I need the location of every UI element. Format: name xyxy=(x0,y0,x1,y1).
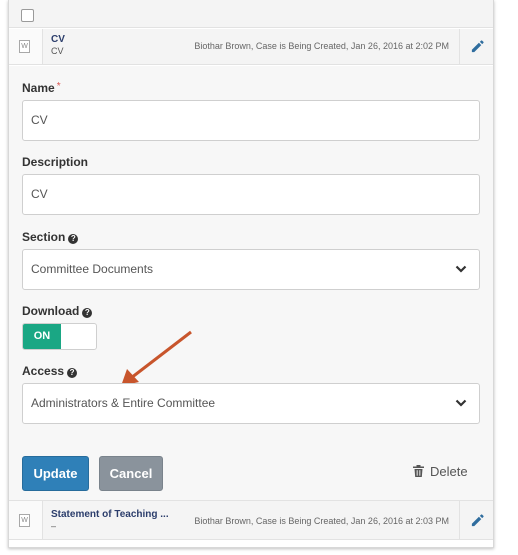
edit-button[interactable] xyxy=(459,29,493,64)
annotation-arrow xyxy=(121,330,192,386)
select-all-checkbox[interactable] xyxy=(21,9,34,22)
cancel-button[interactable]: Cancel xyxy=(99,456,163,491)
document-meta: Biothar Brown, Case is Being Created, Ja… xyxy=(194,516,449,526)
toggle-on-label: ON xyxy=(23,324,61,349)
chevron-down-icon xyxy=(455,399,467,407)
chevron-down-icon xyxy=(455,265,467,273)
doc-icon-cell: W xyxy=(9,501,43,539)
word-document-icon: W xyxy=(19,40,30,53)
delete-label: Delete xyxy=(430,464,468,479)
help-icon[interactable]: ? xyxy=(82,308,93,318)
help-icon[interactable]: ? xyxy=(67,368,78,378)
doc-icon-cell: W xyxy=(9,29,43,64)
select-all-row xyxy=(9,0,493,28)
document-subtitle: CV xyxy=(51,46,64,56)
edit-form: Name * CV Description CV Section? Committ… xyxy=(9,66,493,500)
help-icon[interactable]: ? xyxy=(68,234,79,244)
section-select-value: Committee Documents xyxy=(31,262,154,276)
document-title[interactable]: Statement of Teaching ... xyxy=(51,509,169,520)
description-label: Description xyxy=(22,155,89,169)
access-select-value: Administrators & Entire Committee xyxy=(31,396,216,410)
edit-button[interactable] xyxy=(459,501,493,539)
document-subtitle: – xyxy=(51,521,57,531)
delete-button[interactable]: Delete xyxy=(413,464,468,479)
name-input[interactable]: CV xyxy=(22,100,480,141)
pencil-icon xyxy=(471,514,484,527)
document-row-cv[interactable]: W CV CV Biothar Brown, Case is Being Cre… xyxy=(9,29,493,65)
section-select[interactable]: Committee Documents xyxy=(22,249,480,290)
word-document-icon: W xyxy=(19,514,30,527)
document-row-statement[interactable]: W Statement of Teaching ... – Biothar Br… xyxy=(9,500,493,540)
document-meta: Biothar Brown, Case is Being Created, Ja… xyxy=(194,41,449,51)
download-label: Download? xyxy=(22,304,93,318)
pencil-icon xyxy=(471,40,484,53)
section-label: Section? xyxy=(22,230,79,244)
access-label: Access? xyxy=(22,364,78,378)
update-button[interactable]: Update xyxy=(22,456,89,491)
document-edit-panel: W CV CV Biothar Brown, Case is Being Cre… xyxy=(8,0,494,548)
document-title[interactable]: CV xyxy=(51,34,65,45)
description-input[interactable]: CV xyxy=(22,174,480,215)
download-toggle[interactable]: ON xyxy=(22,323,97,350)
trash-icon xyxy=(413,465,424,477)
access-select[interactable]: Administrators & Entire Committee xyxy=(22,383,480,424)
required-marker: * xyxy=(56,81,61,92)
name-label: Name * xyxy=(22,81,61,95)
